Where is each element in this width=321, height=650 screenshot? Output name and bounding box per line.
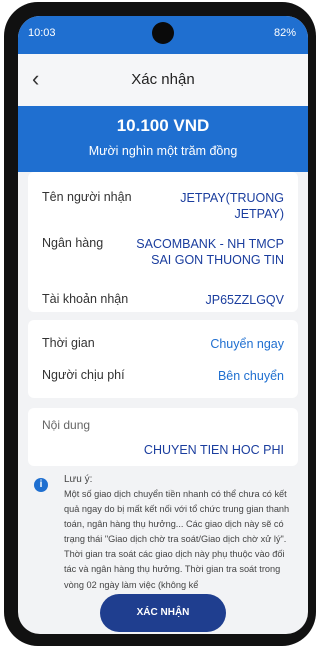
account-value: JP65ZZLGQV xyxy=(205,293,285,307)
camera-notch xyxy=(152,22,174,44)
amount-value: 10.100 VND xyxy=(116,116,210,135)
fee-payer-label: Người chịu phí xyxy=(42,368,125,382)
recipient-card: Tên người nhận JETPAY(TRUONG JETPAY) Ngâ… xyxy=(28,172,298,312)
transfer-details-card: Thời gian Chuyển ngay Người chịu phí Bên… xyxy=(28,320,298,398)
content-card[interactable]: Nội dung CHUYEN TIEN HOC PHI xyxy=(28,408,298,466)
fee-payer-value[interactable]: Bên chuyển xyxy=(134,368,284,384)
battery-level: 82% xyxy=(273,27,296,39)
notice-title: Lưu ý: xyxy=(64,474,93,485)
app-header: ‹ Xác nhận xyxy=(18,54,308,106)
content-value: CHUYEN TIEN HOC PHI xyxy=(143,443,284,457)
confirm-button[interactable]: XÁC NHẬN xyxy=(100,594,226,632)
time-label: Thời gian xyxy=(42,336,95,350)
notice-body: Một số giao dịch chuyển tiền nhanh có th… xyxy=(64,489,290,590)
info-icon: i xyxy=(34,478,48,492)
phone-frame: 10:03 82% ‹ Xác nhận 10.100 VND Mười ngh… xyxy=(4,2,316,646)
recipient-name-value: JETPAY(TRUONG JETPAY) xyxy=(180,191,284,221)
content-label: Nội dung xyxy=(42,418,91,432)
phone-screen: 10:03 82% ‹ Xác nhận 10.100 VND Mười ngh… xyxy=(18,16,308,634)
recipient-name-label: Tên người nhận xyxy=(42,190,132,204)
amount-in-words: Mười nghìn một trăm đồng xyxy=(88,144,238,158)
notice-section: i Lưu ý: Một số giao dịch chuyển tiền nh… xyxy=(28,474,298,604)
account-label: Tài khoản nhận xyxy=(42,292,129,306)
bank-label: Ngân hàng xyxy=(42,236,104,250)
time-value[interactable]: Chuyển ngay xyxy=(134,336,284,352)
amount-banner: 10.100 VND Mười nghìn một trăm đồng xyxy=(18,106,308,172)
page-title: Xác nhận xyxy=(131,71,195,88)
status-time: 10:03 xyxy=(28,27,56,39)
bank-value: SACOMBANK - NH TMCP SAI GON THUONG TIN xyxy=(136,237,284,267)
